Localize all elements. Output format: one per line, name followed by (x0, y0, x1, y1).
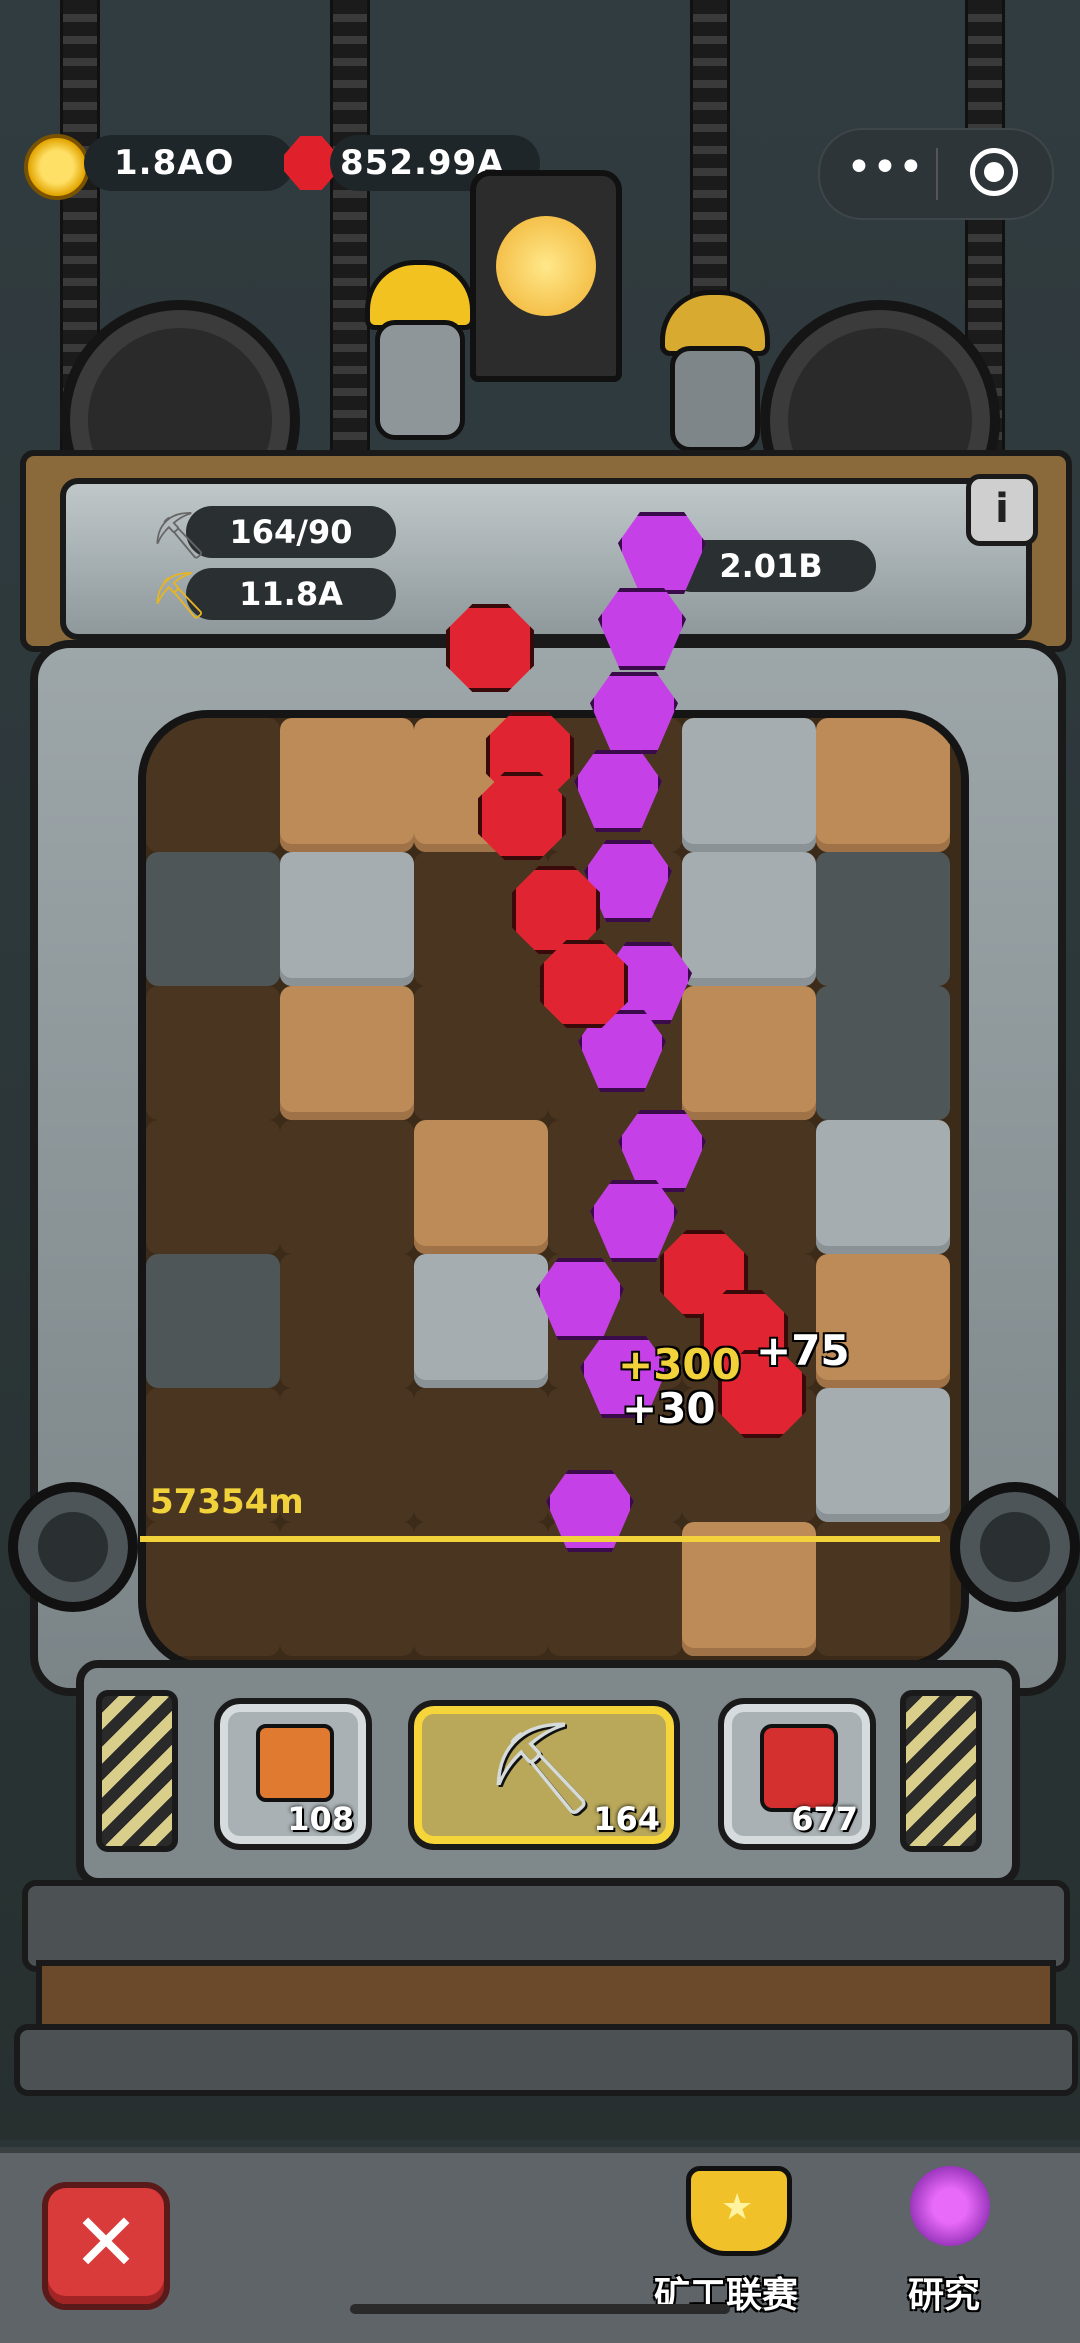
floating-number: +75 (756, 1326, 850, 1375)
drill-icon (256, 1724, 334, 1802)
machine-base (22, 1880, 1070, 1972)
pickaxe-gold-icon: ⛏ (150, 568, 209, 622)
gear-icon (8, 1482, 138, 1612)
drill-tool-button[interactable]: 108 (214, 1698, 372, 1850)
ruby-gem (540, 940, 628, 1028)
lamp-icon (470, 170, 622, 382)
gold-coin-icon (24, 134, 90, 200)
pickaxe-tool-button[interactable]: ⛏ 164 (408, 1700, 680, 1850)
trophy-icon: ★ (686, 2166, 792, 2256)
research-button[interactable]: 研究 (880, 2160, 1020, 2320)
miner-character-right (650, 290, 770, 452)
target-icon[interactable] (970, 148, 1018, 196)
research-gem-icon (910, 2166, 990, 2246)
ruby-gem (446, 604, 534, 692)
miner-league-button[interactable]: ★ 矿工联赛 (650, 2160, 820, 2320)
pickaxe-gray-icon: ⛏ (150, 508, 209, 562)
drill-count: 108 (287, 1800, 354, 1838)
more-dots-icon[interactable]: ••• (846, 138, 924, 208)
gold-amount: 1.8AO (84, 135, 294, 191)
dynamite-count: 677 (791, 1800, 858, 1838)
floating-number: +300 (618, 1340, 741, 1389)
home-indicator (350, 2304, 730, 2314)
stats-panel: 164/90 11.8A ⛏ ⛏ 2.01B i (60, 474, 1038, 640)
floating-number: +30 (622, 1384, 716, 1433)
depth-label: 57354m (150, 1482, 304, 1522)
capacity-value: 164/90 (186, 506, 396, 558)
miniprogram-capsule: ••• (818, 128, 1054, 220)
mine-shaft[interactable] (138, 710, 969, 1671)
research-label: 研究 (908, 2275, 981, 2316)
ruby-gem (478, 772, 566, 860)
machine-foot (14, 2024, 1078, 2096)
dynamite-icon (760, 1724, 838, 1812)
close-button[interactable]: ✕ (42, 2182, 170, 2310)
capsule-divider (936, 148, 938, 200)
pickaxe-icon: ⛏ (484, 1716, 599, 1821)
gear-icon (950, 1482, 1080, 1612)
hazard-stripes (96, 1690, 178, 1852)
dynamite-tool-button[interactable]: 677 (718, 1698, 876, 1850)
info-button[interactable]: i (966, 474, 1038, 546)
miner-character-left (350, 260, 480, 440)
depth-line (140, 1536, 940, 1542)
pickaxe-count: 164 (593, 1800, 660, 1838)
hazard-stripes (900, 1690, 982, 1852)
power-value: 11.8A (186, 568, 396, 620)
